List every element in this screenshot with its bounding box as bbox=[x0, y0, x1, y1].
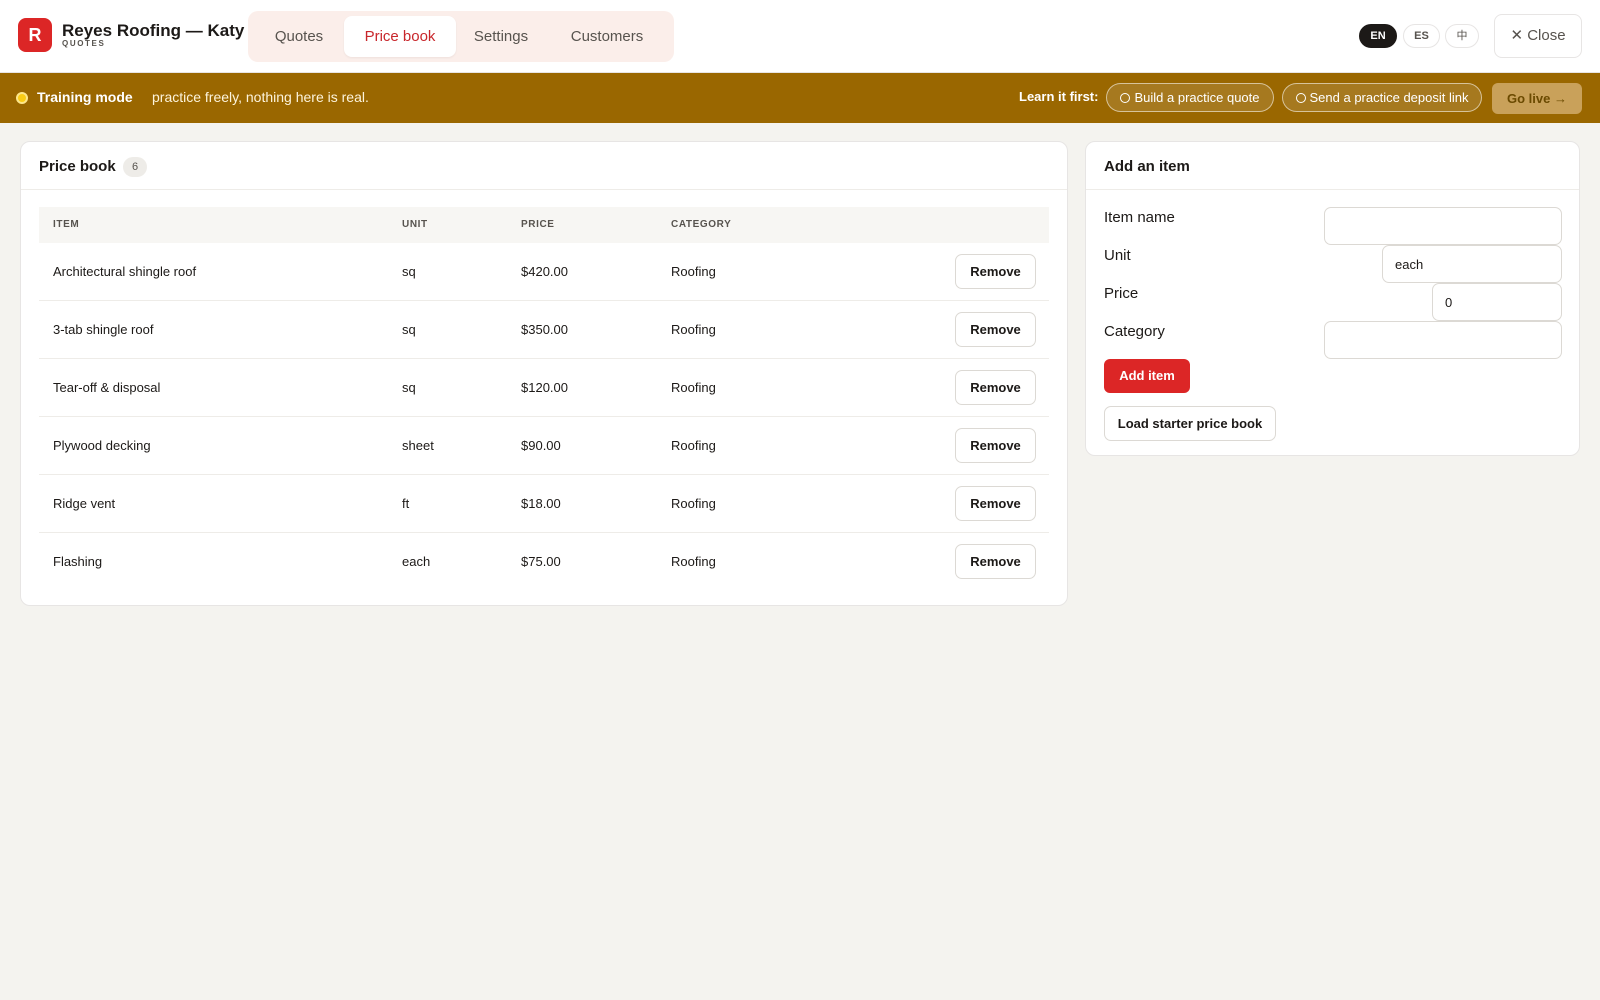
item-name-input[interactable] bbox=[1324, 207, 1562, 245]
table-row: Ridge vent ft $18.00 Roofing Remove bbox=[39, 475, 1049, 533]
price-book-title: Price book bbox=[39, 158, 116, 175]
price-book-card-header: Price book 6 bbox=[21, 142, 1067, 190]
item-name-label: Item name bbox=[1104, 209, 1175, 226]
training-mode-title: Training mode bbox=[37, 89, 133, 105]
brand-subtitle: QUOTES bbox=[62, 39, 106, 48]
tab-quotes[interactable]: Quotes bbox=[256, 16, 342, 57]
item-category: Roofing bbox=[671, 496, 716, 511]
item-name: 3-tab shingle roof bbox=[53, 322, 154, 337]
learn-first-label: Learn it first: bbox=[1019, 89, 1099, 104]
table-row: Flashing each $75.00 Roofing Remove bbox=[39, 533, 1049, 591]
item-category: Roofing bbox=[671, 322, 716, 337]
remove-button[interactable]: Remove bbox=[955, 254, 1036, 289]
add-item-card-header: Add an item bbox=[1086, 142, 1579, 190]
unit-input[interactable] bbox=[1382, 245, 1562, 283]
item-price: $420.00 bbox=[521, 264, 568, 279]
item-category: Roofing bbox=[671, 264, 716, 279]
category-input[interactable] bbox=[1324, 321, 1562, 359]
item-name: Ridge vent bbox=[53, 496, 116, 511]
price-book-card: Price book 6 ITEM UNIT PRICE CATEGORY Ar… bbox=[20, 141, 1068, 606]
training-banner: Training mode practice freely, nothing h… bbox=[0, 73, 1600, 123]
table-row: 3-tab shingle roof sq $350.00 Roofing Re… bbox=[39, 301, 1049, 359]
app-header: R Reyes Roofing — Katy QUOTES Quotes Pri… bbox=[0, 0, 1600, 73]
task-label: Send a practice deposit link bbox=[1309, 90, 1469, 105]
item-unit: sq bbox=[402, 322, 416, 337]
unchecked-circle-icon bbox=[1120, 93, 1131, 103]
task-build-practice-quote[interactable]: Build a practice quote bbox=[1106, 83, 1274, 112]
brand-title: Reyes Roofing — Katy bbox=[62, 21, 245, 40]
item-unit: sq bbox=[402, 380, 416, 395]
column-header-unit: UNIT bbox=[402, 219, 428, 230]
remove-button[interactable]: Remove bbox=[955, 544, 1036, 579]
go-live-button[interactable]: Go live → bbox=[1492, 83, 1582, 114]
column-header-item: ITEM bbox=[53, 219, 80, 230]
item-category: Roofing bbox=[671, 380, 716, 395]
item-price: $350.00 bbox=[521, 322, 568, 337]
task-send-practice-deposit-link[interactable]: Send a practice deposit link bbox=[1282, 83, 1482, 112]
price-input[interactable] bbox=[1432, 283, 1562, 321]
item-price: $90.00 bbox=[521, 438, 561, 453]
add-item-title: Add an item bbox=[1104, 158, 1190, 175]
remove-button[interactable]: Remove bbox=[955, 370, 1036, 405]
item-count-badge: 6 bbox=[123, 157, 147, 177]
item-name: Tear-off & disposal bbox=[53, 380, 161, 395]
load-starter-price-book-button[interactable]: Load starter price book bbox=[1104, 406, 1276, 441]
main-tabs: Quotes Price book Settings Customers bbox=[248, 11, 674, 62]
item-price: $120.00 bbox=[521, 380, 568, 395]
tab-price-book[interactable]: Price book bbox=[344, 16, 456, 57]
language-es-button[interactable]: ES bbox=[1403, 24, 1440, 48]
item-price: $75.00 bbox=[521, 554, 561, 569]
table-row: Plywood decking sheet $90.00 Roofing Rem… bbox=[39, 417, 1049, 475]
category-label: Category bbox=[1104, 323, 1165, 340]
training-mode-text: practice freely, nothing here is real. bbox=[152, 89, 369, 105]
item-category: Roofing bbox=[671, 554, 716, 569]
item-category: Roofing bbox=[671, 438, 716, 453]
price-book-rows: Architectural shingle roof sq $420.00 Ro… bbox=[39, 243, 1049, 591]
column-header-price: PRICE bbox=[521, 219, 555, 230]
tab-settings[interactable]: Settings bbox=[458, 16, 544, 57]
remove-button[interactable]: Remove bbox=[955, 428, 1036, 463]
remove-button[interactable]: Remove bbox=[955, 486, 1036, 521]
unchecked-circle-icon bbox=[1295, 93, 1306, 103]
price-book-table-header: ITEM UNIT PRICE CATEGORY bbox=[39, 207, 1049, 243]
item-unit: ft bbox=[402, 496, 410, 511]
close-button[interactable]: ✕ Close bbox=[1494, 14, 1582, 58]
language-en-button[interactable]: EN bbox=[1359, 24, 1397, 48]
item-unit: each bbox=[402, 554, 431, 569]
price-label: Price bbox=[1104, 285, 1139, 302]
item-name: Plywood decking bbox=[53, 438, 151, 453]
item-price: $18.00 bbox=[521, 496, 561, 511]
table-row: Tear-off & disposal sq $120.00 Roofing R… bbox=[39, 359, 1049, 417]
add-item-button[interactable]: Add item bbox=[1104, 359, 1190, 393]
column-header-category: CATEGORY bbox=[671, 219, 732, 230]
language-zh-button[interactable]: 中 bbox=[1445, 24, 1479, 48]
item-unit: sheet bbox=[402, 438, 434, 453]
table-row: Architectural shingle roof sq $420.00 Ro… bbox=[39, 243, 1049, 301]
remove-button[interactable]: Remove bbox=[955, 312, 1036, 347]
unit-label: Unit bbox=[1104, 247, 1131, 264]
item-unit: sq bbox=[402, 264, 416, 279]
brand-logo: R bbox=[18, 18, 52, 52]
training-status-dot-icon bbox=[16, 92, 28, 104]
item-name: Architectural shingle roof bbox=[53, 264, 197, 279]
add-item-card: Add an item Item name Unit Price Categor… bbox=[1085, 141, 1580, 456]
item-name: Flashing bbox=[53, 554, 103, 569]
task-label: Build a practice quote bbox=[1134, 90, 1260, 105]
tab-customers[interactable]: Customers bbox=[548, 16, 666, 57]
